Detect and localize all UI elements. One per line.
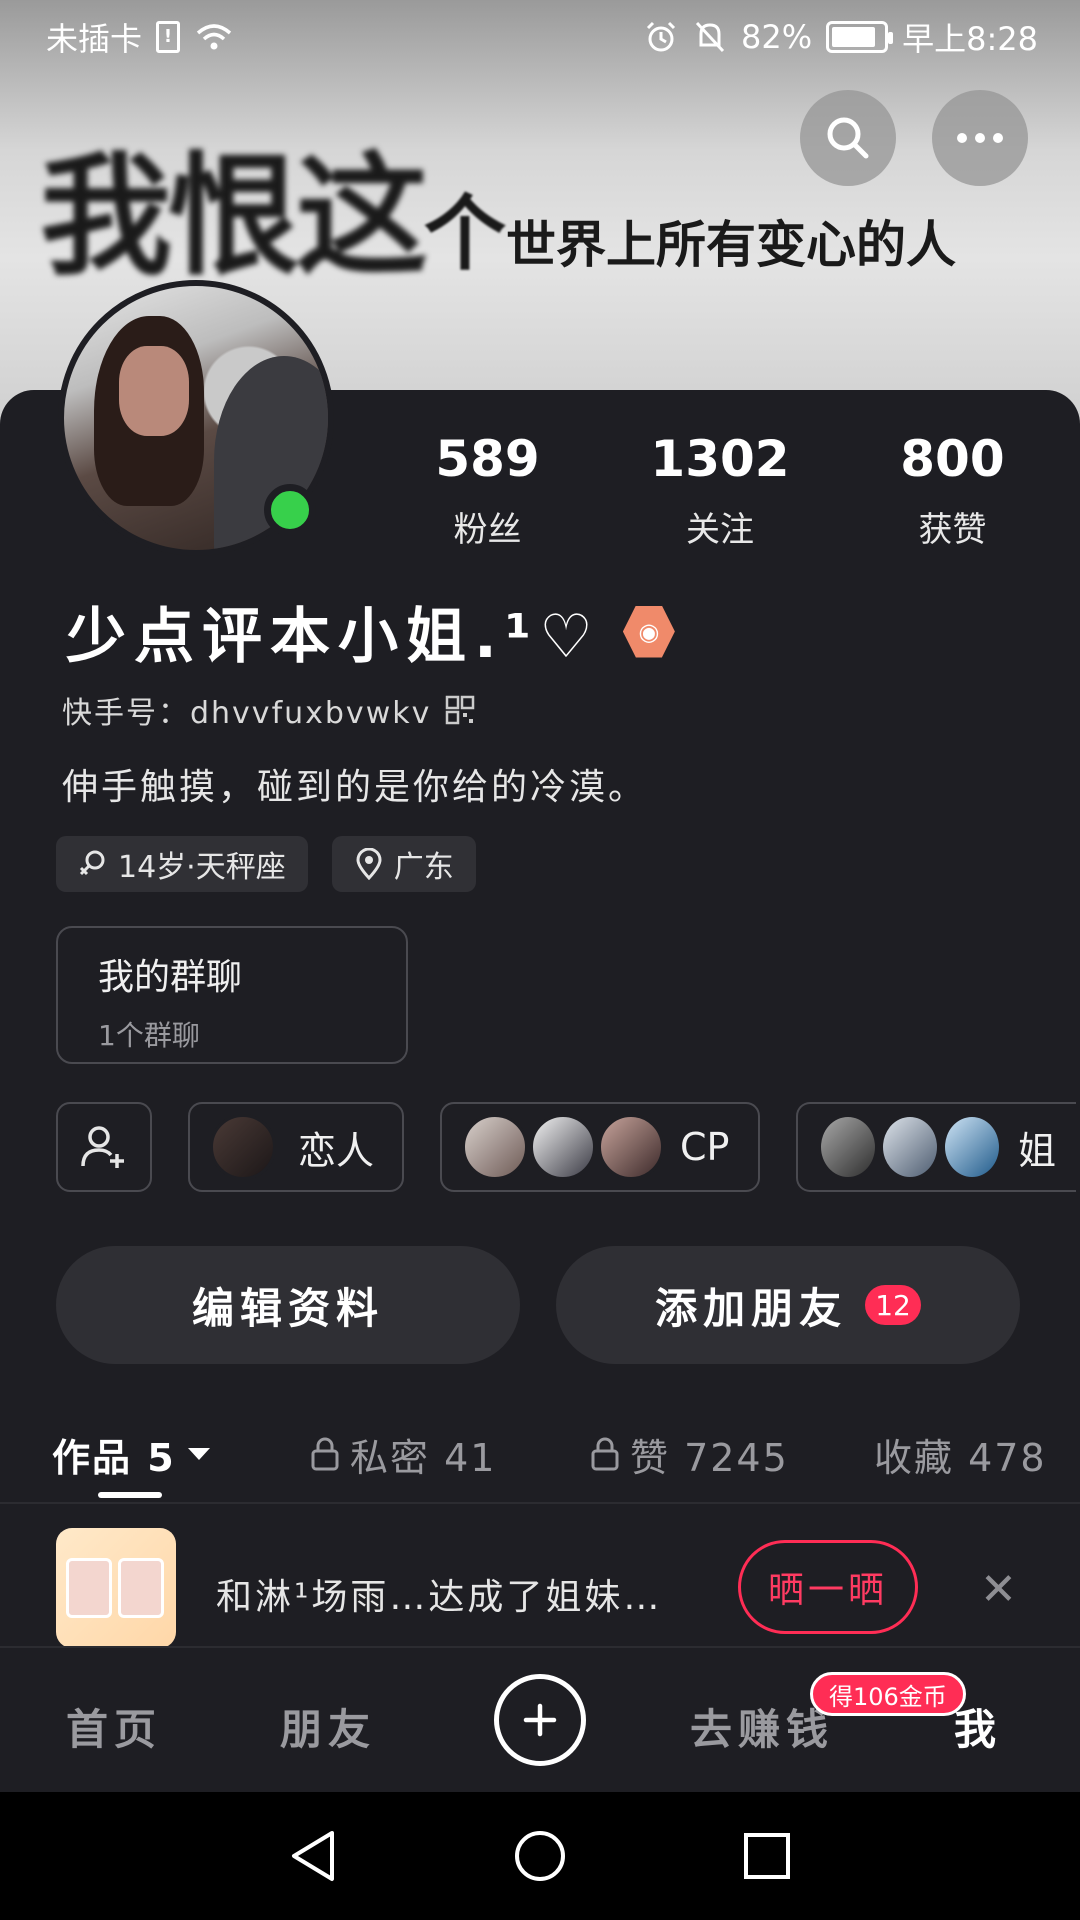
- add-friend-count-badge: 12: [865, 1285, 921, 1325]
- female-icon: [79, 850, 105, 876]
- add-user-icon: [81, 1126, 124, 1168]
- kuaishou-id[interactable]: 快手号：dhvvfuxbvwkv: [62, 688, 475, 732]
- tab-label: 作品 5: [52, 1435, 176, 1480]
- home-icon[interactable]: [513, 1829, 567, 1883]
- sim-alert-icon: !: [156, 21, 181, 53]
- tab-label: 私密 41: [350, 1435, 497, 1480]
- avatar: [530, 1114, 596, 1180]
- avatar: [210, 1114, 276, 1180]
- battery-icon: [826, 21, 894, 53]
- close-icon[interactable]: ✕: [980, 1564, 1017, 1615]
- creator-badge-icon[interactable]: ◉: [622, 605, 675, 658]
- stat-label: 获赞: [918, 510, 987, 550]
- stat-value: 800: [900, 430, 1005, 488]
- profile-name: 少点评本小姐.¹♡: [66, 602, 601, 672]
- lock-icon: [591, 1437, 619, 1471]
- banner-text-mid: 个: [424, 187, 507, 282]
- plus-icon: [523, 1703, 557, 1737]
- recents-icon[interactable]: [742, 1831, 792, 1881]
- active-tab-indicator: [98, 1492, 162, 1498]
- avatar: [462, 1114, 528, 1180]
- carrier-label: 未插卡: [46, 20, 143, 58]
- add-relation-button[interactable]: [56, 1102, 152, 1192]
- tab-works[interactable]: 作品 5: [52, 1427, 212, 1482]
- relation-cp[interactable]: CP: [440, 1102, 760, 1192]
- qrcode-icon: [446, 695, 475, 725]
- banner-text-small: 世界上所有变心的人: [506, 216, 957, 274]
- promo-text: 和淋¹场雨…达成了姐妹…: [216, 1577, 663, 1618]
- tab-label: 赞 7245: [630, 1435, 789, 1480]
- tab-liked[interactable]: 赞 7245: [590, 1427, 789, 1482]
- profile-bio: 伸手触摸，碰到的是你给的冷漠。: [62, 767, 648, 808]
- relation-lover[interactable]: 恋人: [188, 1102, 404, 1192]
- stat-label: 关注: [685, 510, 754, 550]
- online-status-dot: [264, 484, 316, 536]
- system-nav-bar: [0, 1792, 1080, 1920]
- tab-private[interactable]: 私密 41: [310, 1427, 496, 1482]
- relations-row: 恋人 CP 姐: [56, 1102, 1076, 1192]
- relation-label: 姐: [1018, 1128, 1057, 1173]
- more-button[interactable]: [932, 90, 1028, 186]
- stat-value: 589: [435, 430, 540, 488]
- edit-profile-button[interactable]: 编辑资料: [56, 1246, 520, 1364]
- relation-label: 恋人: [298, 1128, 375, 1173]
- edit-profile-label: 编辑资料: [191, 1283, 384, 1333]
- promo-share-button[interactable]: 晒一晒: [738, 1540, 918, 1634]
- stat-following[interactable]: 1302 关注: [650, 430, 789, 551]
- tag-label: 14岁·天秤座: [118, 850, 286, 885]
- promo-thumbnail: [56, 1528, 176, 1648]
- tab-favorites[interactable]: 收藏 478: [874, 1427, 1047, 1482]
- banner-text-big: 我恨这: [40, 140, 428, 294]
- location-pin-icon: [356, 848, 382, 880]
- avatar: [880, 1114, 940, 1180]
- alarm-icon: [643, 19, 679, 55]
- stat-likes[interactable]: 800 获赞: [900, 430, 1004, 551]
- relation-label: CP: [680, 1125, 730, 1169]
- relation-sister[interactable]: 姐: [796, 1102, 1076, 1192]
- stats-row: 589 粉丝 1302 关注 800 获赞: [380, 430, 1060, 551]
- tag-age-zodiac[interactable]: 14岁·天秤座: [56, 836, 308, 892]
- kuaishou-id-text: 快手号：dhvvfuxbvwkv: [62, 696, 432, 731]
- add-friend-button[interactable]: 添加朋友 12: [556, 1246, 1020, 1364]
- mute-icon: [693, 19, 727, 55]
- avatar: [818, 1114, 878, 1180]
- tag-label: 广东: [393, 850, 454, 885]
- search-icon: [827, 117, 869, 159]
- content-tabs: 作品 5 私密 41 赞 7245 收藏 478: [0, 1406, 1080, 1502]
- avatar: [598, 1114, 664, 1180]
- profile-tags: 14岁·天秤座 广东: [56, 836, 476, 892]
- back-icon[interactable]: [288, 1829, 338, 1883]
- battery-fill: [832, 27, 875, 47]
- nav-friends[interactable]: 朋友: [280, 1696, 376, 1757]
- status-bar: 未插卡 ! 82% 早上8:28: [0, 0, 1080, 74]
- battery-percent: 82%: [741, 18, 813, 56]
- tag-location[interactable]: 广东: [331, 836, 476, 892]
- stat-label: 粉丝: [453, 510, 522, 550]
- nav-me[interactable]: 我: [954, 1696, 1002, 1757]
- profile-actions: 编辑资料 添加朋友 12: [56, 1246, 1020, 1364]
- add-friend-label: 添加朋友: [655, 1283, 848, 1333]
- avatar: [942, 1114, 1002, 1180]
- more-icon: [957, 133, 1003, 143]
- group-chat-subtitle: 1个群聊: [98, 1019, 200, 1052]
- tab-label: 收藏 478: [874, 1435, 1047, 1480]
- group-chat-card[interactable]: 我的群聊 1个群聊: [56, 926, 408, 1064]
- wifi-icon: [194, 21, 234, 53]
- name-row: 少点评本小姐.¹♡ ◉: [66, 588, 675, 675]
- stat-value: 1302: [650, 430, 790, 488]
- bottom-nav: 首页 朋友 去赚钱 得106金币 我: [0, 1646, 1080, 1792]
- stat-followers[interactable]: 589 粉丝: [435, 430, 539, 551]
- group-chat-title: 我的群聊: [98, 957, 243, 998]
- caret-down-icon: [187, 1448, 210, 1460]
- lock-icon: [311, 1437, 339, 1471]
- promo-banner[interactable]: 和淋¹场雨…达成了姐妹… 晒一晒 ✕: [0, 1504, 1080, 1648]
- search-button[interactable]: [800, 90, 896, 186]
- create-button[interactable]: [494, 1674, 586, 1766]
- nav-home[interactable]: 首页: [66, 1696, 162, 1757]
- earn-coins-badge: 得106金币: [810, 1672, 966, 1716]
- clock: 早上8:28: [902, 20, 1038, 58]
